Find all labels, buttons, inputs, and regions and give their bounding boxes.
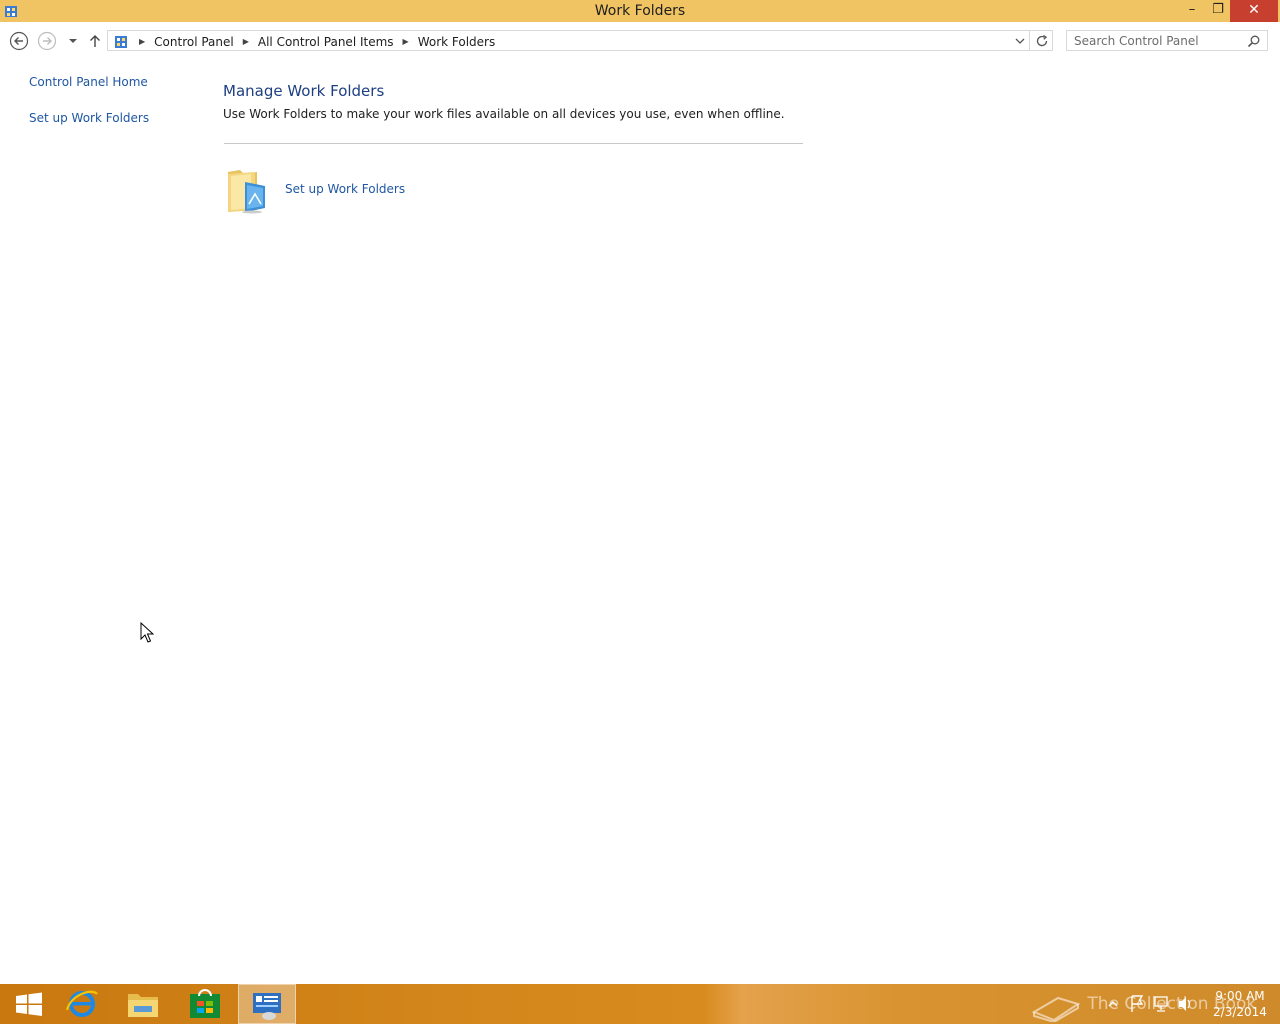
title-bar: Work Folders – ❐ ✕ bbox=[0, 0, 1280, 22]
breadcrumb-all-control-panel-items[interactable]: All Control Panel Items bbox=[258, 35, 394, 49]
watermark-text: The Collection Book bbox=[1087, 994, 1257, 1014]
search-input[interactable] bbox=[1074, 33, 1244, 48]
control-panel-location-icon bbox=[115, 35, 127, 48]
breadcrumb-separator-icon[interactable]: ▶ bbox=[139, 37, 145, 46]
breadcrumb-separator-icon[interactable]: ▶ bbox=[403, 37, 409, 46]
taskbar-internet-explorer[interactable] bbox=[53, 984, 111, 1024]
work-folders-icon[interactable] bbox=[225, 164, 273, 214]
address-history-chevron-down-icon[interactable] bbox=[1013, 34, 1027, 48]
navigation-bar: ▶ Control Panel ▶ All Control Panel Item… bbox=[0, 22, 1280, 60]
section-divider bbox=[224, 143, 803, 144]
store-icon bbox=[190, 989, 220, 1018]
up-arrow-icon[interactable] bbox=[85, 31, 105, 51]
search-box[interactable] bbox=[1066, 30, 1268, 51]
watermark: The Collection Book bbox=[1030, 986, 1257, 1024]
refresh-icon[interactable] bbox=[1034, 33, 1050, 49]
back-button-icon[interactable] bbox=[9, 31, 29, 51]
start-button[interactable] bbox=[0, 984, 58, 1024]
control-panel-icon bbox=[253, 993, 281, 1020]
minimize-button[interactable]: – bbox=[1178, 0, 1206, 22]
book-watermark-icon bbox=[1031, 996, 1081, 1024]
close-button[interactable]: ✕ bbox=[1230, 0, 1278, 22]
taskbar-store[interactable] bbox=[176, 984, 234, 1024]
breadcrumb-work-folders[interactable]: Work Folders bbox=[418, 35, 496, 49]
page-title: Manage Work Folders bbox=[223, 82, 385, 100]
recent-locations-chevron-down-icon[interactable] bbox=[63, 31, 83, 51]
restore-button[interactable]: ❐ bbox=[1204, 0, 1232, 22]
breadcrumb-control-panel[interactable]: Control Panel bbox=[154, 35, 234, 49]
setup-work-folders-task-link[interactable]: Set up Work Folders bbox=[285, 182, 405, 196]
breadcrumb: ▶ Control Panel ▶ All Control Panel Item… bbox=[114, 33, 495, 50]
address-divider bbox=[1029, 31, 1030, 50]
forward-button-icon[interactable] bbox=[37, 31, 57, 51]
mouse-cursor-icon bbox=[140, 622, 154, 643]
address-bar[interactable]: ▶ Control Panel ▶ All Control Panel Item… bbox=[107, 30, 1053, 51]
control-panel-home-link[interactable]: Control Panel Home bbox=[29, 74, 148, 90]
taskbar-file-explorer[interactable] bbox=[114, 984, 172, 1024]
file-explorer-icon bbox=[128, 994, 158, 1017]
internet-explorer-icon bbox=[65, 990, 98, 1017]
breadcrumb-separator-icon[interactable]: ▶ bbox=[243, 37, 249, 46]
taskbar-control-panel[interactable] bbox=[238, 984, 296, 1024]
windows-logo-icon bbox=[16, 992, 42, 1016]
page-description: Use Work Folders to make your work files… bbox=[223, 107, 785, 121]
window-title: Work Folders bbox=[594, 3, 686, 19]
search-icon[interactable] bbox=[1247, 34, 1261, 48]
sidebar-setup-work-folders-link[interactable]: Set up Work Folders bbox=[29, 110, 149, 126]
